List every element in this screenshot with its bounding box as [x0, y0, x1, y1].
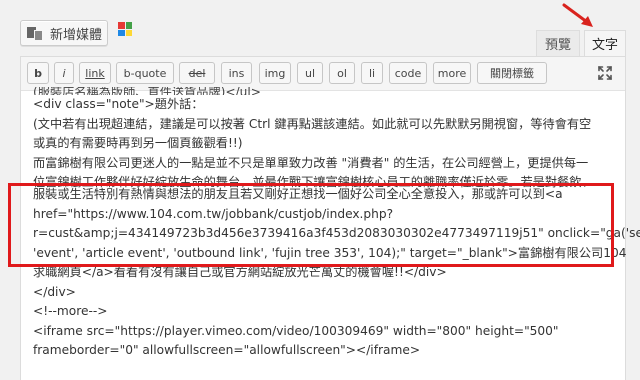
content-line: <!--more--> — [33, 304, 108, 318]
editor-top-bar: 新增媒體 預覽 文字 — [0, 0, 640, 56]
text-editor: b i link b-quote del ins img ul ol li co… — [20, 56, 640, 380]
qt-del-button[interactable]: del — [179, 62, 215, 84]
qt-blockquote-button[interactable]: b-quote — [116, 62, 174, 84]
content-line: 'event', 'article event', 'outbound link… — [33, 245, 627, 260]
content-line: (文中若有出現超連結，建議是可以按著 Ctrl 鍵再點選該連結。如此就可以先默默… — [33, 116, 592, 131]
qt-link-label: link — [85, 66, 105, 80]
tab-text[interactable]: 文字 — [584, 30, 626, 56]
content-line: <iframe src="https://player.vimeo.com/vi… — [33, 323, 559, 338]
tab-text-label: 文字 — [591, 38, 618, 53]
tab-visual-label: 預覽 — [544, 38, 571, 53]
qt-close-tags-button[interactable]: 關閉標籤 — [477, 62, 547, 84]
media-icon — [27, 25, 45, 41]
gallery-plugin-icon[interactable] — [118, 22, 132, 36]
fullscreen-icon[interactable] — [597, 65, 613, 81]
qt-more-label: more — [437, 66, 467, 80]
qt-ol-label: ol — [337, 66, 347, 80]
qt-link-button[interactable]: link — [79, 62, 111, 84]
add-media-button[interactable]: 新增媒體 — [20, 20, 108, 46]
red-arrow-annotation — [562, 3, 593, 27]
qt-del-label: del — [188, 66, 206, 80]
qt-more-button[interactable]: more — [433, 62, 471, 84]
qt-img-label: img — [264, 66, 286, 80]
qt-ins-button[interactable]: ins — [221, 62, 252, 84]
content-line: 求職網頁</a>看看有沒有讓自己或官方網站綻放光芒萬丈的機會喔!!</div> — [33, 265, 447, 279]
qt-code-label: code — [394, 66, 422, 80]
content-line: frameborder="0" allowfullscreen="allowfu… — [33, 343, 421, 357]
qt-img-button[interactable]: img — [259, 62, 291, 84]
qt-ul-label: ul — [304, 66, 316, 80]
content-line: 服裝或生活特別有熱情與想法的朋友且若又剛好正想找一個好公司全心全意投入，那或許可… — [33, 187, 563, 201]
qt-italic-button[interactable]: i — [54, 62, 74, 84]
qt-italic-label: i — [62, 66, 66, 80]
qt-ins-label: ins — [228, 66, 245, 80]
content-line: 位富錦樹工作夥伴好好綻放生命的舞台，並最作戰下讓富錦樹核心員工的離職率僅近於零。… — [33, 175, 594, 189]
qt-close-tags-label: 關閉標籤 — [490, 67, 534, 80]
qt-blockquote-label: b-quote — [123, 66, 167, 80]
qt-ol-button[interactable]: ol — [329, 62, 355, 84]
qt-li-label: li — [368, 66, 376, 80]
add-media-label: 新增媒體 — [50, 27, 103, 43]
content-line: href="https://www.104.com.tw/jobbank/cus… — [33, 206, 394, 221]
content-line: (服裝店名稱為版師、直件送貨品牌)</ul> — [33, 87, 261, 95]
content-line: <div class="note">題外話： — [33, 97, 204, 111]
content-line: </div> — [33, 284, 76, 299]
tab-visual[interactable]: 預覽 — [536, 30, 580, 56]
qt-bold-button[interactable]: b — [27, 62, 49, 84]
qt-bold-label: b — [34, 66, 42, 80]
content-line: 或真的有需要時再到另一個頁籤觀看!!) — [33, 136, 243, 150]
content-line: 而富錦樹有限公司更迷人的一點是並不只是單單致力改善 "消費者" 的生活，在公司經… — [33, 155, 589, 170]
html-source-textarea[interactable]: (服裝店名稱為版師、直件送貨品牌)</ul> <div class="note"… — [33, 87, 640, 361]
qt-ul-button[interactable]: ul — [297, 62, 323, 84]
qt-code-button[interactable]: code — [389, 62, 427, 84]
qt-li-button[interactable]: li — [361, 62, 383, 84]
quicktags-toolbar: b i link b-quote del ins img ul ol li co… — [21, 57, 625, 91]
content-line: r=cust&amp;j=434149723b3d456e3739416a3f4… — [33, 226, 640, 240]
